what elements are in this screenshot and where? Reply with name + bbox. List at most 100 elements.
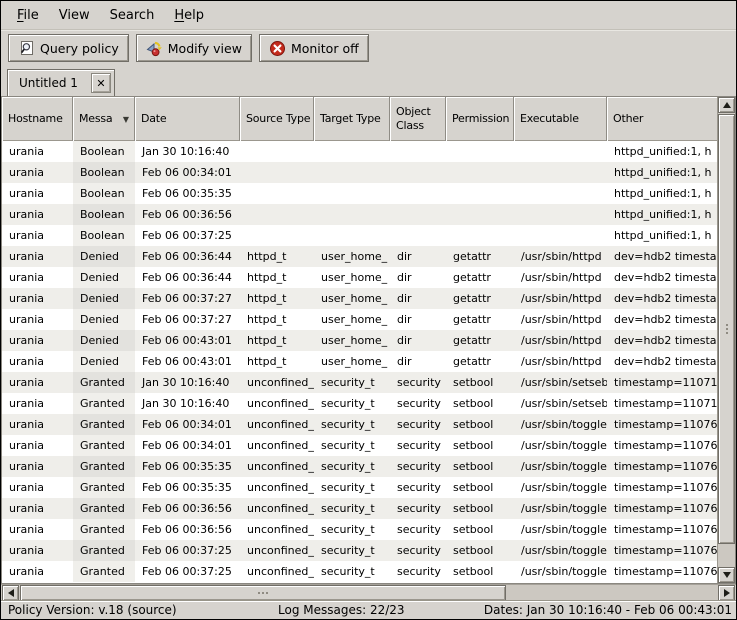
column-header-label: Executable xyxy=(520,112,579,126)
cell-hostname: urania xyxy=(2,456,73,477)
cell-date: Jan 30 10:16:40 xyxy=(135,372,240,393)
horizontal-scrollbar[interactable] xyxy=(1,584,736,601)
table-row[interactable]: uraniaBooleanFeb 06 00:35:35httpd_unifie… xyxy=(2,183,717,204)
column-header-executable[interactable]: Executable xyxy=(514,97,607,141)
table-row[interactable]: uraniaGrantedFeb 06 00:34:01unconfined_s… xyxy=(2,414,717,435)
cell-other: httpd_unified:1, h xyxy=(607,141,717,162)
query-policy-button[interactable]: Query policy xyxy=(8,34,129,62)
cell-messa: Granted xyxy=(73,540,135,561)
scroll-left-button[interactable] xyxy=(2,585,19,601)
table-row[interactable]: uraniaGrantedFeb 06 00:36:56unconfined_s… xyxy=(2,519,717,540)
column-header-permission[interactable]: Permission xyxy=(446,97,514,141)
cell-other: httpd_unified:1, h xyxy=(607,183,717,204)
cell-permission: setbool xyxy=(446,561,514,582)
column-header-target-type[interactable]: Target Type xyxy=(314,97,390,141)
cell-object-class: dir xyxy=(390,267,446,288)
cell-object-class xyxy=(390,183,446,204)
modify-view-button[interactable]: Modify view xyxy=(136,34,252,62)
cell-object-class xyxy=(390,204,446,225)
cell-executable: /usr/sbin/setseb xyxy=(514,393,607,414)
cell-executable: /usr/sbin/toggle xyxy=(514,498,607,519)
cell-object-class: dir xyxy=(390,309,446,330)
cell-permission xyxy=(446,162,514,183)
query-policy-label: Query policy xyxy=(40,41,119,56)
cell-hostname: urania xyxy=(2,330,73,351)
cell-hostname: urania xyxy=(2,267,73,288)
table-row[interactable]: uraniaGrantedJan 30 10:16:40unconfined_s… xyxy=(2,372,717,393)
cell-date: Feb 06 00:43:01 xyxy=(135,330,240,351)
column-header-messa[interactable]: Messa▼ xyxy=(73,97,135,141)
cell-messa: Denied xyxy=(73,267,135,288)
cell-hostname: urania xyxy=(2,351,73,372)
cell-object-class: security xyxy=(390,477,446,498)
table-row[interactable]: uraniaBooleanFeb 06 00:34:01httpd_unifie… xyxy=(2,162,717,183)
cell-source-type: unconfined_ xyxy=(240,393,314,414)
table-row[interactable]: uraniaDeniedFeb 06 00:43:01httpd_tuser_h… xyxy=(2,351,717,372)
column-header-label: Object Class xyxy=(396,105,445,134)
scroll-right-button[interactable] xyxy=(718,585,735,601)
menu-item-view[interactable]: View xyxy=(49,5,100,26)
vertical-scrollbar-thumb[interactable] xyxy=(718,114,735,544)
column-header-other[interactable]: Other xyxy=(607,97,717,141)
cell-messa: Granted xyxy=(73,393,135,414)
column-header-hostname[interactable]: Hostname xyxy=(2,97,73,141)
column-header-date[interactable]: Date xyxy=(135,97,240,141)
cell-permission: setbool xyxy=(446,372,514,393)
table-row[interactable]: uraniaGrantedFeb 06 00:37:25unconfined_s… xyxy=(2,540,717,561)
cell-other: httpd_unified:1, h xyxy=(607,162,717,183)
table-row[interactable]: uraniaGrantedFeb 06 00:37:25unconfined_s… xyxy=(2,561,717,582)
table-row[interactable]: uraniaDeniedFeb 06 00:36:44httpd_tuser_h… xyxy=(2,267,717,288)
tab-bar: Untitled 1 ✕ xyxy=(1,66,736,96)
table-row[interactable]: uraniaGrantedFeb 06 00:36:56unconfined_s… xyxy=(2,498,717,519)
vertical-scrollbar[interactable] xyxy=(717,97,735,583)
cell-source-type xyxy=(240,183,314,204)
cell-permission: setbool xyxy=(446,477,514,498)
menu-item-help[interactable]: Help xyxy=(164,5,214,26)
triangle-up-icon xyxy=(723,102,731,108)
table-row[interactable]: uraniaGrantedFeb 06 00:35:35unconfined_s… xyxy=(2,477,717,498)
column-header-object-class[interactable]: Object Class xyxy=(390,97,446,141)
table-row[interactable]: uraniaGrantedFeb 06 00:34:01unconfined_s… xyxy=(2,435,717,456)
cell-permission: setbool xyxy=(446,456,514,477)
monitor-off-button[interactable]: Monitor off xyxy=(259,34,369,62)
monitor-off-label: Monitor off xyxy=(291,41,359,56)
tab-untitled-1[interactable]: Untitled 1 ✕ xyxy=(7,69,115,96)
table-row[interactable]: uraniaBooleanFeb 06 00:36:56httpd_unifie… xyxy=(2,204,717,225)
cell-target-type xyxy=(314,141,390,162)
column-header-source-type[interactable]: Source Type xyxy=(240,97,314,141)
cell-other: dev=hdb2 timesta xyxy=(607,351,717,372)
triangle-down-icon xyxy=(723,572,731,578)
table-row[interactable]: uraniaDeniedFeb 06 00:37:27httpd_tuser_h… xyxy=(2,309,717,330)
menu-item-file[interactable]: File xyxy=(7,5,49,26)
column-header-label: Target Type xyxy=(320,112,381,126)
table-row[interactable]: uraniaDeniedFeb 06 00:43:01httpd_tuser_h… xyxy=(2,330,717,351)
table-row[interactable]: uraniaBooleanFeb 06 00:37:25httpd_unifie… xyxy=(2,225,717,246)
modify-view-label: Modify view xyxy=(168,41,242,56)
cell-hostname: urania xyxy=(2,141,73,162)
cell-permission: setbool xyxy=(446,498,514,519)
dates-status: Dates: Jan 30 10:16:40 - Feb 06 00:43:01 xyxy=(484,601,732,619)
thumb-grip-icon xyxy=(262,592,264,594)
table-row[interactable]: uraniaDeniedFeb 06 00:36:44httpd_tuser_h… xyxy=(2,246,717,267)
cell-messa: Granted xyxy=(73,561,135,582)
horizontal-scrollbar-thumb[interactable] xyxy=(20,585,506,601)
cell-date: Jan 30 10:16:40 xyxy=(135,141,240,162)
cell-date: Feb 06 00:35:35 xyxy=(135,477,240,498)
table-row[interactable]: uraniaGrantedFeb 06 00:35:35unconfined_s… xyxy=(2,456,717,477)
scroll-down-button[interactable] xyxy=(718,567,735,583)
table-row[interactable]: uraniaDeniedFeb 06 00:37:27httpd_tuser_h… xyxy=(2,288,717,309)
scroll-up-button[interactable] xyxy=(718,97,735,113)
cell-messa: Denied xyxy=(73,246,135,267)
cell-hostname: urania xyxy=(2,246,73,267)
tab-close-button[interactable]: ✕ xyxy=(91,73,111,93)
cell-date: Feb 06 00:37:25 xyxy=(135,540,240,561)
cell-target-type: security_t xyxy=(314,540,390,561)
cell-target-type: security_t xyxy=(314,477,390,498)
cell-executable: /usr/sbin/toggle xyxy=(514,561,607,582)
menu-item-search[interactable]: Search xyxy=(100,5,165,26)
table-row[interactable]: uraniaGrantedJan 30 10:16:40unconfined_s… xyxy=(2,393,717,414)
cell-hostname: urania xyxy=(2,498,73,519)
table-row[interactable]: uraniaBooleanJan 30 10:16:40httpd_unifie… xyxy=(2,141,717,162)
cell-messa: Denied xyxy=(73,288,135,309)
cell-executable: /usr/sbin/httpd xyxy=(514,351,607,372)
